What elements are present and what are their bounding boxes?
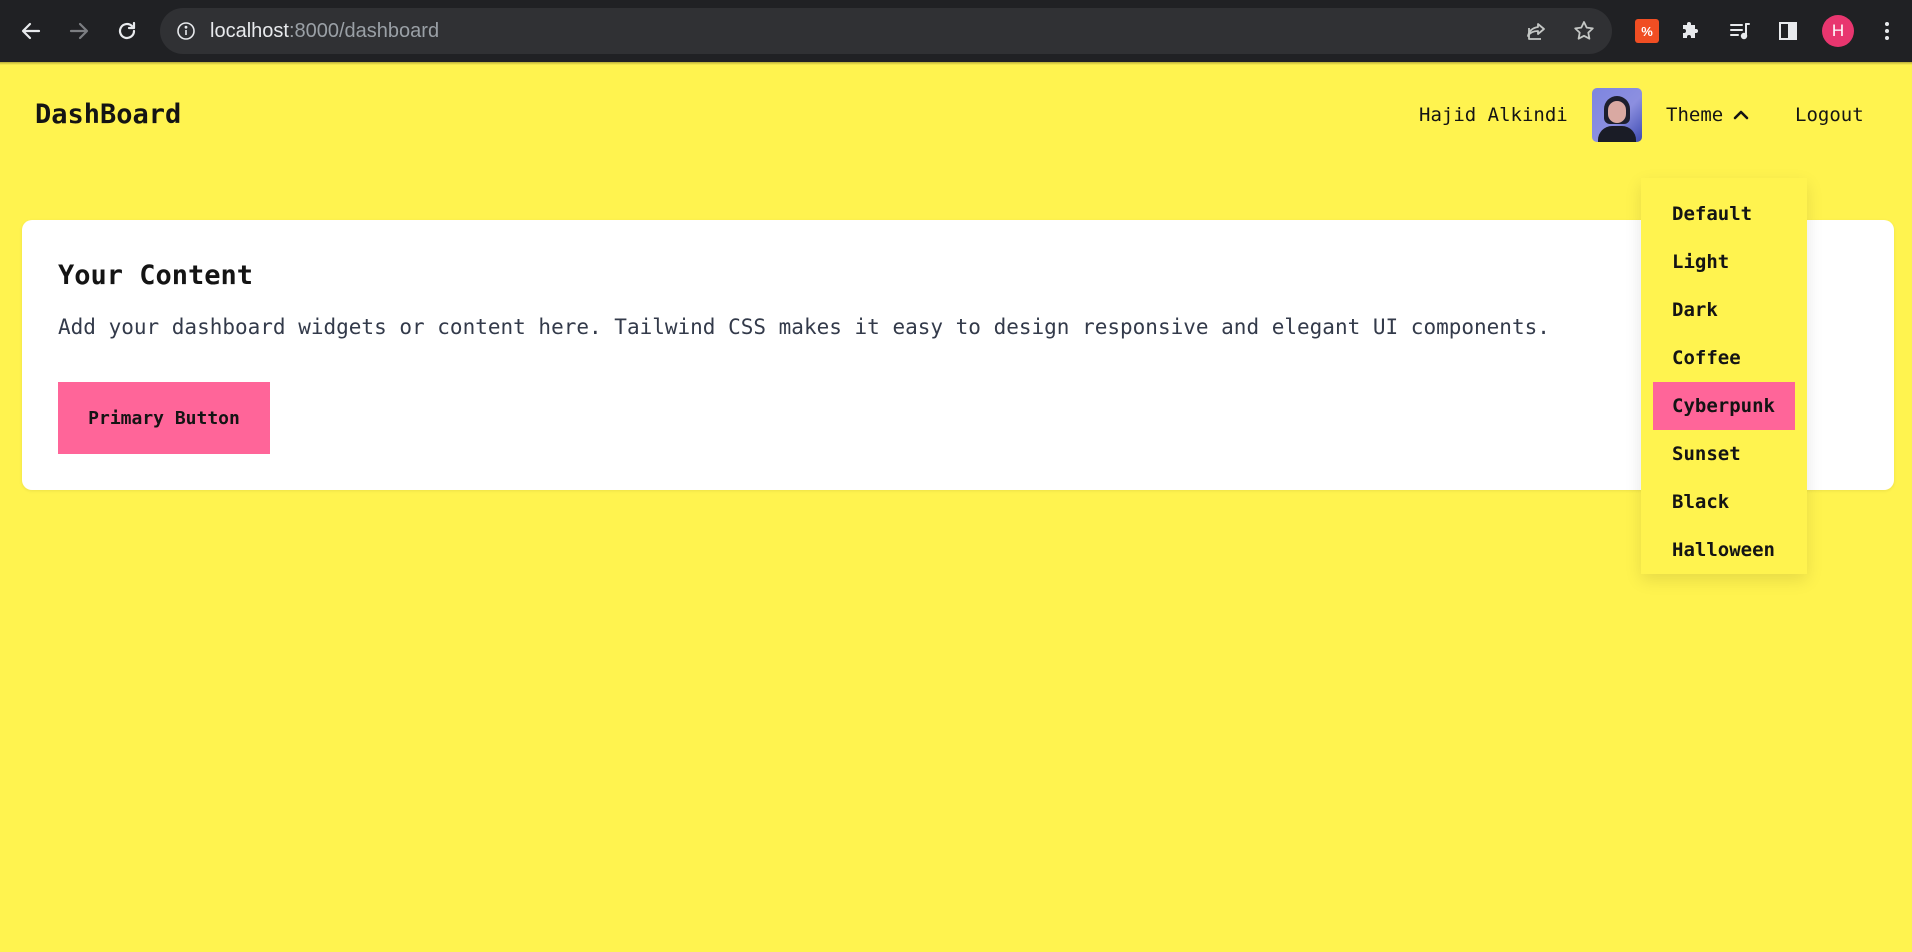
profile-avatar-button[interactable]: H [1822, 15, 1854, 47]
extension-orange-icon[interactable]: % [1635, 19, 1659, 43]
theme-option-default[interactable]: Default [1653, 190, 1795, 238]
avatar-body [1598, 126, 1636, 142]
theme-option-halloween[interactable]: Halloween [1653, 526, 1795, 574]
brand-title[interactable]: DashBoard [35, 99, 181, 130]
extensions-button[interactable] [1675, 14, 1709, 48]
theme-dropdown-toggle[interactable]: Theme [1666, 104, 1751, 126]
card-description: Add your dashboard widgets or content he… [58, 315, 1550, 339]
user-name: Hajid Alkindi [1419, 104, 1568, 126]
content-card: Your Content Add your dashboard widgets … [22, 220, 1894, 490]
puzzle-icon [1683, 22, 1698, 38]
browser-menu-button[interactable] [1870, 14, 1904, 48]
logout-link[interactable]: Logout [1795, 104, 1864, 126]
address-bar[interactable]: localhost:8000/dashboard [160, 8, 1612, 54]
bookmark-star-icon[interactable] [1572, 19, 1596, 43]
info-icon[interactable] [176, 21, 196, 41]
url-text[interactable]: localhost:8000/dashboard [210, 20, 439, 43]
extension-badge-text: % [1641, 23, 1653, 39]
theme-option-black[interactable]: Black [1653, 478, 1795, 526]
back-button[interactable] [12, 12, 50, 50]
theme-label: Theme [1666, 104, 1724, 126]
arrow-right-icon [69, 22, 89, 40]
theme-menu: Default Light Dark Coffee Cyberpunk Suns… [1641, 178, 1807, 574]
media-button[interactable] [1723, 14, 1757, 48]
theme-option-dark[interactable]: Dark [1653, 286, 1795, 334]
profile-initial: H [1831, 21, 1845, 40]
chevron-up-icon [1733, 110, 1749, 120]
share-icon[interactable] [1524, 19, 1548, 43]
side-panel-button[interactable] [1771, 14, 1805, 48]
queue-music-icon [1730, 23, 1750, 40]
avatar-face [1608, 101, 1626, 123]
theme-option-cyberpunk[interactable]: Cyberpunk [1653, 382, 1795, 430]
forward-button[interactable] [60, 12, 98, 50]
primary-button[interactable]: Primary Button [58, 382, 270, 454]
more-vertical-icon [1885, 22, 1889, 40]
avatar[interactable] [1592, 88, 1642, 142]
card-title: Your Content [58, 260, 254, 291]
theme-option-light[interactable]: Light [1653, 238, 1795, 286]
url-path: :8000/dashboard [288, 20, 440, 42]
reload-icon [118, 21, 136, 40]
browser-toolbar: localhost:8000/dashboard % H [0, 0, 1912, 62]
theme-option-sunset[interactable]: Sunset [1653, 430, 1795, 478]
toolbar-shadow [0, 62, 1912, 65]
arrow-left-icon [21, 22, 41, 40]
url-host: localhost [210, 20, 289, 42]
theme-option-coffee[interactable]: Coffee [1653, 334, 1795, 382]
side-panel-icon [1779, 22, 1797, 40]
reload-button[interactable] [108, 12, 146, 50]
